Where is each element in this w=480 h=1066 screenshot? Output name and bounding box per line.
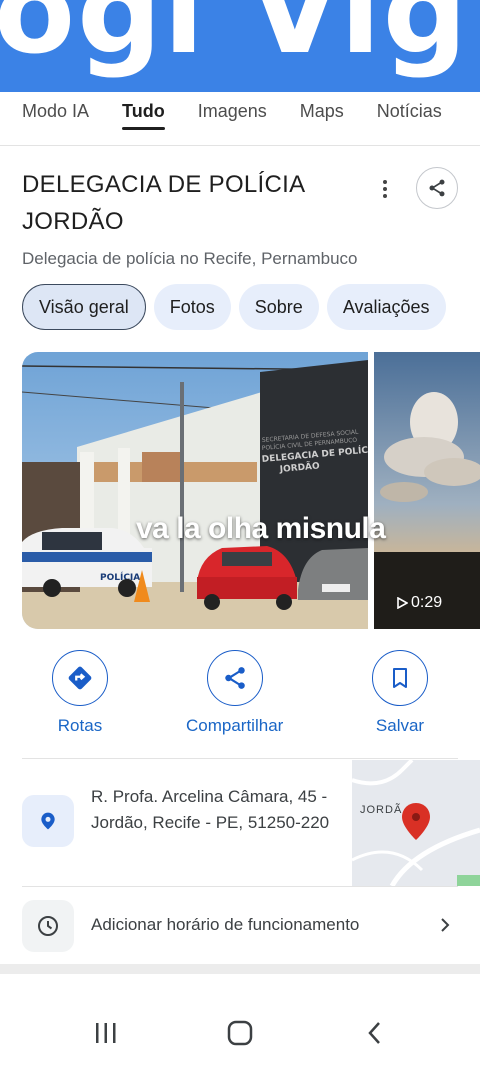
location-pin-icon <box>41 812 55 830</box>
sky-photo <box>374 352 480 629</box>
place-photo[interactable]: SECRETARIA DE DEFESA SOCIAL POLÍCIA CIVI… <box>22 352 368 629</box>
tab-imagens[interactable]: Imagens <box>198 92 267 146</box>
top-banner: ogl Vig <box>0 0 480 92</box>
directions-label: Rotas <box>57 716 103 735</box>
add-hours-link[interactable]: Adicionar horário de funcionamento <box>91 915 359 935</box>
chevron-right-icon[interactable] <box>436 914 454 936</box>
duration-text: 0:29 <box>411 594 443 611</box>
tab-noticias[interactable]: Notícias <box>377 92 442 146</box>
directions-icon <box>68 666 92 690</box>
video-duration: 0:29 <box>396 594 442 612</box>
play-icon <box>397 597 408 609</box>
address-icon-container <box>22 795 74 847</box>
share-icon <box>224 667 245 689</box>
tab-modo-ia[interactable]: Modo IA <box>22 92 89 146</box>
divider <box>22 886 458 887</box>
mini-map[interactable]: JORDÃ <box>352 760 480 886</box>
recent-apps-icon[interactable] <box>93 1020 119 1046</box>
place-title: DELEGACIA DE POLÍCIA JORDÃO <box>22 171 305 235</box>
save-label: Salvar <box>375 716 425 735</box>
chip-sobre[interactable]: Sobre <box>238 284 319 330</box>
search-tabs: Modo IA Tudo Imagens Maps Notícias <box>0 92 480 146</box>
place-chips: Visão geral Fotos Sobre Avaliações <box>22 284 446 330</box>
tab-tudo[interactable]: Tudo <box>122 92 165 146</box>
tab-maps[interactable]: Maps <box>300 92 344 146</box>
more-options-button[interactable] <box>372 174 398 204</box>
banner-logo-text: ogl Vig <box>0 0 470 80</box>
share-place-button[interactable]: Compartilhar <box>186 650 283 736</box>
more-vert-icon <box>383 180 387 184</box>
map-label: JORDÃ <box>360 804 403 816</box>
building-photo: SECRETARIA DE DEFESA SOCIAL POLÍCIA CIVI… <box>22 352 368 629</box>
video-thumbnail[interactable] <box>374 352 480 629</box>
svg-text:POLÍCIA: POLÍCIA <box>100 571 140 583</box>
directions-button[interactable]: Rotas <box>52 650 108 736</box>
home-icon[interactable] <box>226 1020 254 1046</box>
divider <box>22 758 458 759</box>
share-button[interactable] <box>416 167 458 209</box>
clock-icon <box>38 916 58 936</box>
map-graphic <box>352 760 480 886</box>
back-icon[interactable] <box>364 1020 386 1046</box>
bookmark-icon <box>393 668 407 688</box>
address-text[interactable]: R. Profa. Arcelina Câmara, 45 - Jordão, … <box>91 784 341 836</box>
hours-icon-container <box>22 900 74 952</box>
chip-visao-geral[interactable]: Visão geral <box>22 284 146 330</box>
section-separator <box>0 964 480 974</box>
chip-fotos[interactable]: Fotos <box>153 284 231 330</box>
video-caption: va la olha misnula <box>136 512 386 545</box>
chip-avaliacoes[interactable]: Avaliações <box>326 284 446 330</box>
place-subtitle: Delegacia de polícia no Recife, Pernambu… <box>22 249 358 268</box>
share-label: Compartilhar <box>186 716 284 735</box>
save-button[interactable]: Salvar <box>372 650 428 736</box>
share-icon <box>429 179 445 197</box>
